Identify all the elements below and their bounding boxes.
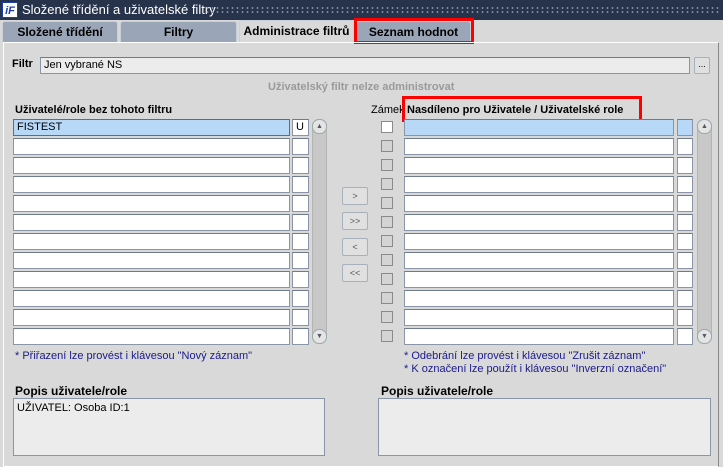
right-row-name[interactable] <box>404 309 674 326</box>
scroll-up-icon[interactable]: ▲ <box>697 119 712 134</box>
title-bar: iF Složené třídění a uživatelské filtry <box>0 0 723 20</box>
left-row-type[interactable] <box>292 157 309 174</box>
right-row-name[interactable] <box>404 176 674 193</box>
left-row-type[interactable] <box>292 176 309 193</box>
left-row-name[interactable]: FISTEST <box>13 119 290 136</box>
right-row-type[interactable] <box>677 271 693 288</box>
lock-checkbox[interactable] <box>381 121 393 133</box>
left-row-name[interactable] <box>13 328 290 345</box>
highlight-box-tab <box>354 18 474 44</box>
left-scrollbar[interactable] <box>312 119 327 344</box>
left-row-type[interactable]: U <box>292 119 309 136</box>
right-description-label: Popis uživatele/role <box>381 384 494 398</box>
right-scrollbar[interactable] <box>697 119 712 344</box>
left-row-name[interactable] <box>13 271 290 288</box>
right-note-2: * K označení lze použít i klávesou "Inve… <box>404 363 667 375</box>
add-all-button[interactable]: >> <box>342 212 368 230</box>
left-row-type[interactable] <box>292 233 309 250</box>
right-row-type[interactable] <box>677 309 693 326</box>
right-row-type[interactable] <box>677 138 693 155</box>
title-bar-grip <box>205 6 720 14</box>
left-row-type[interactable] <box>292 309 309 326</box>
right-row-name[interactable] <box>404 233 674 250</box>
remove-button[interactable]: < <box>342 238 368 256</box>
right-row-type[interactable] <box>677 290 693 307</box>
remove-all-button[interactable]: << <box>342 264 368 282</box>
right-row-name[interactable] <box>404 195 674 212</box>
filter-lookup-button[interactable]: ... <box>694 57 710 74</box>
scroll-down-icon[interactable]: ▼ <box>312 329 327 344</box>
left-row-type[interactable] <box>292 271 309 288</box>
right-row-name[interactable] <box>404 157 674 174</box>
app-logo-icon: iF <box>2 2 18 18</box>
lock-checkbox[interactable] <box>381 216 393 228</box>
right-row-type[interactable] <box>677 214 693 231</box>
left-row-type[interactable] <box>292 214 309 231</box>
filter-info-text: Uživatelský filtr nelze administrovat <box>268 81 455 93</box>
right-row-type[interactable] <box>677 157 693 174</box>
lock-checkbox[interactable] <box>381 235 393 247</box>
left-row-type[interactable] <box>292 290 309 307</box>
left-row-type[interactable] <box>292 252 309 269</box>
lock-checkbox[interactable] <box>381 197 393 209</box>
left-row-type[interactable] <box>292 328 309 345</box>
right-row-name[interactable] <box>404 271 674 288</box>
right-description-field[interactable] <box>378 398 711 456</box>
right-row-type[interactable] <box>677 252 693 269</box>
right-row-type[interactable] <box>677 119 693 136</box>
right-row-type[interactable] <box>677 176 693 193</box>
tab-administrace-filtru[interactable]: Administrace filtrů <box>239 20 354 43</box>
lock-checkbox[interactable] <box>381 140 393 152</box>
left-row-name[interactable] <box>13 233 290 250</box>
right-row-name[interactable] <box>404 138 674 155</box>
left-row-name[interactable] <box>13 252 290 269</box>
left-description-field[interactable]: UŽIVATEL: Osoba ID:1 <box>13 398 325 456</box>
lock-checkbox[interactable] <box>381 330 393 342</box>
left-row-name[interactable] <box>13 138 290 155</box>
scroll-down-icon[interactable]: ▼ <box>697 329 712 344</box>
right-row-name[interactable] <box>404 119 674 136</box>
right-row-name[interactable] <box>404 290 674 307</box>
window-title: Složené třídění a uživatelské filtry <box>22 2 216 17</box>
lock-checkbox[interactable] <box>381 273 393 285</box>
add-button[interactable]: > <box>342 187 368 205</box>
right-row-name[interactable] <box>404 328 674 345</box>
left-row-type[interactable] <box>292 195 309 212</box>
right-note-1: * Odebrání lze provést i klávesou "Zruši… <box>404 350 646 362</box>
lock-column-header: Zámek <box>371 104 405 116</box>
right-row-type[interactable] <box>677 328 693 345</box>
filter-label: Filtr <box>12 58 33 70</box>
lock-checkbox[interactable] <box>381 254 393 266</box>
lock-checkbox[interactable] <box>381 292 393 304</box>
right-row-type[interactable] <box>677 195 693 212</box>
tab-filtry[interactable]: Filtry <box>120 21 237 42</box>
left-list-header: Uživatelé/role bez tohoto filtru <box>15 104 173 116</box>
left-row-name[interactable] <box>13 195 290 212</box>
left-row-name[interactable] <box>13 290 290 307</box>
left-row-type[interactable] <box>292 138 309 155</box>
left-description-label: Popis uživatele/role <box>15 384 128 398</box>
right-row-type[interactable] <box>677 233 693 250</box>
lock-checkbox[interactable] <box>381 159 393 171</box>
scroll-up-icon[interactable]: ▲ <box>312 119 327 134</box>
tab-slozene-trideni[interactable]: Složené třídění <box>2 21 118 42</box>
right-row-name[interactable] <box>404 214 674 231</box>
left-row-name[interactable] <box>13 157 290 174</box>
left-note: * Přiřazení lze provést i klávesou "Nový… <box>15 350 253 362</box>
lock-checkbox[interactable] <box>381 311 393 323</box>
left-row-name[interactable] <box>13 309 290 326</box>
lock-checkbox[interactable] <box>381 178 393 190</box>
left-row-name[interactable] <box>13 214 290 231</box>
filter-input[interactable]: Jen vybrané NS <box>40 57 690 74</box>
right-row-name[interactable] <box>404 252 674 269</box>
left-row-name[interactable] <box>13 176 290 193</box>
